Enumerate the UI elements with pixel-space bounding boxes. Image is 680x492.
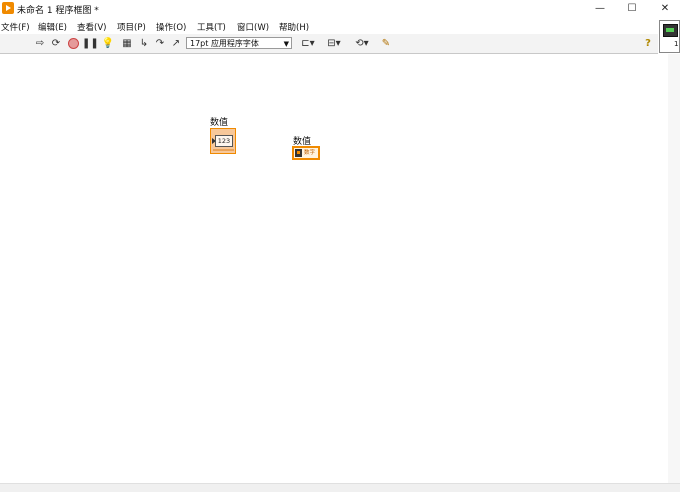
reorder-icon[interactable]: ⟲▾ bbox=[352, 37, 372, 50]
maximize-button[interactable]: ☐ bbox=[617, 0, 647, 18]
menu-tools[interactable]: 工具(T) bbox=[197, 21, 226, 33]
terminal-bar bbox=[213, 149, 234, 151]
chevron-down-icon: ▼ bbox=[283, 40, 289, 48]
menu-view[interactable]: 查看(V) bbox=[77, 21, 106, 33]
terminal-label: 数值 bbox=[210, 118, 229, 128]
distribute-icon[interactable]: ⊟▾ bbox=[324, 37, 344, 50]
font-select[interactable]: 17pt 应用程序字体 ▼ bbox=[186, 37, 292, 49]
title-bar: 未命名 1 程序框图 * — ☐ ✕ bbox=[0, 0, 680, 18]
align-icon[interactable]: ⊏▾ bbox=[298, 37, 318, 50]
run-continuous-icon[interactable]: ⟳ bbox=[49, 37, 63, 50]
menu-help[interactable]: 帮助(H) bbox=[279, 21, 309, 33]
cleanup-diagram-icon[interactable]: ✎ bbox=[378, 37, 394, 50]
numeric-control-terminal[interactable]: 123 bbox=[210, 128, 236, 154]
vi-icon bbox=[663, 24, 678, 37]
step-out-icon[interactable]: ↗ bbox=[169, 37, 183, 50]
run-arrow-icon[interactable]: ⇨ bbox=[33, 37, 47, 50]
font-select-value: 17pt 应用程序字体 bbox=[190, 39, 259, 48]
control-reference-node[interactable]: 数字 bbox=[292, 146, 320, 160]
close-button[interactable]: ✕ bbox=[650, 0, 680, 18]
reference-icon bbox=[295, 149, 302, 157]
minimize-button[interactable]: — bbox=[585, 0, 615, 18]
toolbar: ⇨ ⟳ ❚❚ 💡 ▦ ↳ ↷ ↗ 17pt 应用程序字体 ▼ ⊏▾ ⊟▾ ⟲▾ … bbox=[0, 34, 658, 54]
connector-pane-number: 1 bbox=[674, 40, 679, 48]
menu-window[interactable]: 窗口(W) bbox=[237, 21, 269, 33]
menu-operate[interactable]: 操作(O) bbox=[156, 21, 186, 33]
retain-wire-values-icon[interactable]: ▦ bbox=[120, 37, 134, 50]
abort-icon[interactable] bbox=[66, 37, 80, 50]
context-help-icon[interactable]: ? bbox=[641, 37, 655, 50]
labview-app-icon bbox=[2, 2, 14, 14]
menu-bar: 文件(F) 编辑(E) 查看(V) 项目(P) 操作(O) 工具(T) 窗口(W… bbox=[0, 18, 680, 34]
vertical-scrollbar[interactable] bbox=[668, 54, 680, 483]
terminal-display: 123 bbox=[215, 135, 233, 147]
reference-text: 数字 bbox=[304, 150, 316, 156]
menu-file[interactable]: 文件(F) bbox=[1, 21, 30, 33]
connector-pane-icon[interactable]: 1 bbox=[659, 20, 680, 53]
window-title: 未命名 1 程序框图 * bbox=[17, 6, 99, 16]
step-over-icon[interactable]: ↷ bbox=[153, 37, 167, 50]
menu-project[interactable]: 项目(P) bbox=[117, 21, 146, 33]
pause-icon[interactable]: ❚❚ bbox=[82, 37, 99, 50]
step-into-icon[interactable]: ↳ bbox=[137, 37, 151, 50]
highlight-execution-icon[interactable]: 💡 bbox=[101, 37, 115, 50]
menu-edit[interactable]: 编辑(E) bbox=[38, 21, 67, 33]
block-diagram-canvas[interactable] bbox=[0, 54, 668, 483]
